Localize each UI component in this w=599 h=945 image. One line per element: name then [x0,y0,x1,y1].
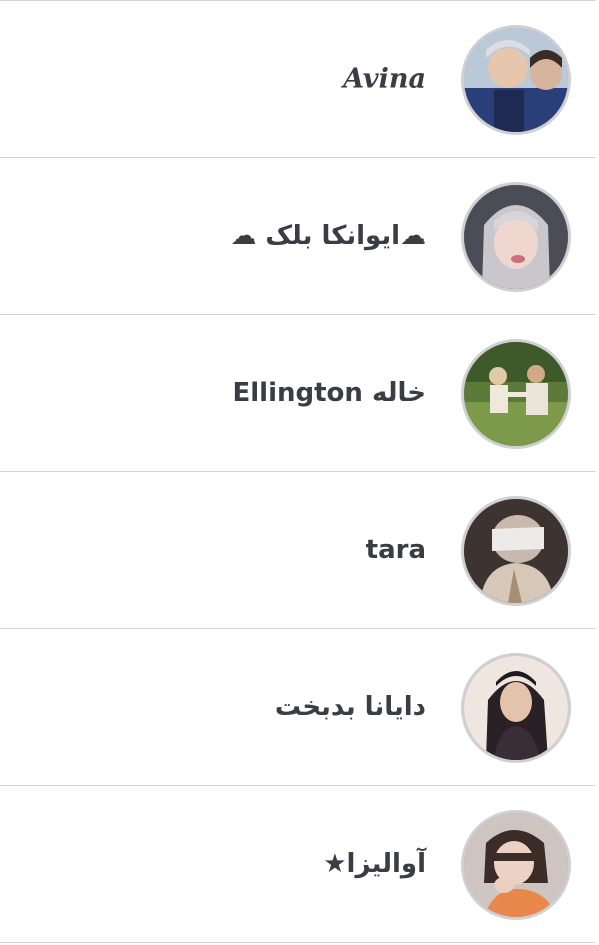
avatar[interactable] [461,810,571,920]
avatar-photo [464,813,568,917]
divider [0,942,596,943]
avatar[interactable] [461,182,571,292]
contact-name: دایانا بدبخت [274,692,426,722]
avatar-photo [464,499,568,603]
avatar[interactable] [461,339,571,449]
contact-name: Avina [343,63,426,95]
avatar-photo [464,28,568,132]
avatar[interactable] [461,496,571,606]
contact-list: Avina ☁ایوانکا بلک ☁ خاله Ellington tara… [0,0,599,945]
contact-name: ☁ایوانکا بلک ☁ [230,221,426,251]
contact-row-avina[interactable]: Avina [0,1,596,157]
contact-row-ivanka[interactable]: ☁ایوانکا بلک ☁ [0,158,596,314]
contact-row-tara[interactable]: tara [0,472,596,628]
contact-name: tara [365,535,426,565]
contact-row-ellington[interactable]: خاله Ellington [0,315,596,471]
contact-row-diana[interactable]: دایانا بدبخت [0,629,596,785]
avatar[interactable] [461,25,571,135]
contact-name: خاله Ellington [232,378,426,408]
avatar-photo [464,185,568,289]
avatar-photo [464,342,568,446]
avatar[interactable] [461,653,571,763]
contact-row-avaliza[interactable]: آوالیزا★ [0,786,596,942]
avatar-photo [464,656,568,760]
contact-name: آوالیزا★ [323,849,426,879]
